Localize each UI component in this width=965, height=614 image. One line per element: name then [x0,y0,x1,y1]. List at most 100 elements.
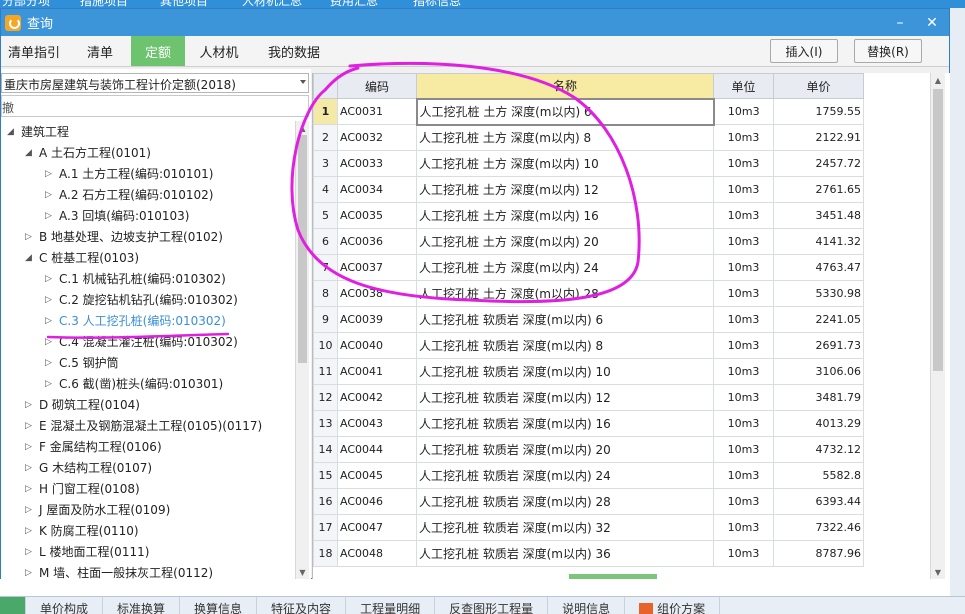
code-cell[interactable]: AC0031 [337,98,417,125]
code-cell[interactable]: AC0038 [337,280,417,307]
price-cell[interactable]: 2761.65 [773,176,864,203]
scroll-down-icon[interactable]: ▼ [931,565,945,579]
tree-item[interactable]: ▷ C.5 钢护筒 [45,352,119,373]
row-number-cell[interactable]: 16 [313,488,338,515]
insert-button[interactable]: 插入(I) [770,39,838,63]
tab-labor-material-machine[interactable]: 人材机 [189,36,249,66]
price-cell[interactable]: 1759.55 [773,98,864,125]
row-number-cell[interactable]: 10 [313,332,338,359]
scroll-up-icon[interactable]: ▲ [296,121,309,135]
tree-item[interactable]: ▷ C.1 机械钻孔桩(编码:010302) [45,268,226,289]
table-row[interactable]: 4 AC0034 人工挖孔桩 土方 深度(m以内) 12 10m3 2761.65 [313,176,864,203]
row-number-cell[interactable]: 15 [313,462,338,489]
table-row[interactable]: 13 AC0043 人工挖孔桩 软质岩 深度(m以内) 16 10m3 4013.29 [313,410,864,437]
collapsed-triangle-icon[interactable]: ▷ [25,526,35,536]
tree-scrollbar[interactable]: ▲ ▼ [295,121,309,579]
tree-item[interactable]: ◢ 建筑工程 [7,121,69,142]
tree-item[interactable]: ▷ A.3 回填(编码:010103) [45,205,189,226]
tree-item[interactable]: ▷ K 防腐工程(0110) [25,520,139,541]
name-cell[interactable]: 人工挖孔桩 土方 深度(m以内) 16 [416,202,714,229]
code-cell[interactable]: AC0040 [337,332,417,359]
bg-bottom-tab[interactable]: 特征及内容 [257,597,347,614]
unit-cell[interactable]: 10m3 [713,332,774,359]
price-cell[interactable]: 3451.48 [773,202,864,229]
unit-cell[interactable]: 10m3 [713,410,774,437]
bg-bottom-tab[interactable]: 说明信息 [548,597,626,614]
unit-cell[interactable]: 10m3 [713,150,774,177]
tree-item[interactable]: ▷ A.1 土方工程(编码:010101) [45,163,213,184]
code-cell[interactable]: AC0043 [337,410,417,437]
collapsed-triangle-icon[interactable]: ▷ [45,295,55,305]
price-cell[interactable]: 2691.73 [773,332,864,359]
unit-cell[interactable]: 10m3 [713,488,774,515]
tree-item[interactable]: ▷ A.2 石方工程(编码:010102) [45,184,213,205]
collapsed-triangle-icon[interactable]: ▷ [25,484,35,494]
unit-cell[interactable]: 10m3 [713,124,774,151]
price-cell[interactable]: 4141.32 [773,228,864,255]
tree-item[interactable]: ▷ G 木结构工程(0107) [25,457,152,478]
header-name[interactable]: 名称 [416,73,714,99]
collapsed-triangle-icon[interactable]: ▷ [25,568,35,578]
price-cell[interactable]: 4013.29 [773,410,864,437]
code-cell[interactable]: AC0037 [337,254,417,281]
code-cell[interactable]: AC0045 [337,462,417,489]
table-row[interactable]: 5 AC0035 人工挖孔桩 土方 深度(m以内) 16 10m3 3451.48 [313,202,864,229]
collapsed-triangle-icon[interactable]: ▷ [45,337,55,347]
unit-cell[interactable]: 10m3 [713,436,774,463]
collapsed-triangle-icon[interactable]: ▷ [25,442,35,452]
collapsed-triangle-icon[interactable]: ▷ [25,400,35,410]
tree-item[interactable]: ▷ D 砌筑工程(0104) [25,394,140,415]
code-cell[interactable]: AC0036 [337,228,417,255]
chevron-down-icon[interactable] [300,80,306,84]
unit-cell[interactable]: 10m3 [713,202,774,229]
bg-bottom-tab[interactable]: 工程量明细 [346,597,436,614]
unit-cell[interactable]: 10m3 [713,176,774,203]
price-cell[interactable]: 2457.72 [773,150,864,177]
bg-bottom-tab[interactable]: 反查图形工程量 [435,597,549,614]
tree-item[interactable]: ◢ C 桩基工程(0103) [25,247,139,268]
row-number-cell[interactable]: 12 [313,384,338,411]
bg-bottom-tab[interactable]: 换算信息 [180,597,258,614]
collapsed-triangle-icon[interactable]: ▷ [25,505,35,515]
header-unit[interactable]: 单位 [713,73,774,99]
tree-item[interactable]: ▷ H 门窗工程(0108) [25,478,140,499]
collapsed-triangle-icon[interactable]: ▷ [45,190,55,200]
scroll-down-icon[interactable]: ▼ [296,565,309,579]
tree-item[interactable]: ◢ A 土石方工程(0101) [25,142,151,163]
table-row[interactable]: 3 AC0033 人工挖孔桩 土方 深度(m以内) 10 10m3 2457.72 [313,150,864,177]
row-number-cell[interactable]: 9 [313,306,338,333]
price-cell[interactable]: 4763.47 [773,254,864,281]
header-price[interactable]: 单价 [773,73,864,99]
code-cell[interactable]: AC0047 [337,514,417,541]
grid-scrollbar[interactable]: ▲ ▼ [930,73,945,579]
collapsed-triangle-icon[interactable]: ▷ [25,232,35,242]
row-number-cell[interactable]: 8 [313,280,338,307]
name-cell[interactable]: 人工挖孔桩 软质岩 深度(m以内) 10 [416,358,714,385]
unit-cell[interactable]: 10m3 [713,384,774,411]
price-cell[interactable]: 2241.05 [773,306,864,333]
table-row[interactable]: 18 AC0048 人工挖孔桩 软质岩 深度(m以内) 36 10m3 8787.96 [313,540,864,567]
unit-cell[interactable]: 10m3 [713,462,774,489]
search-input[interactable]: 撤 [1,95,309,117]
bg-bottom-tab[interactable]: 标准换算 [103,597,181,614]
name-cell[interactable]: 人工挖孔桩 软质岩 深度(m以内) 28 [416,488,714,515]
row-number-cell[interactable]: 2 [313,124,338,151]
price-cell[interactable]: 6393.44 [773,488,864,515]
collapsed-triangle-icon[interactable]: ▷ [45,316,55,326]
price-cell[interactable]: 2122.91 [773,124,864,151]
table-row[interactable]: 11 AC0041 人工挖孔桩 软质岩 深度(m以内) 10 10m3 3106.06 [313,358,864,385]
table-row[interactable]: 16 AC0046 人工挖孔桩 软质岩 深度(m以内) 28 10m3 6393.44 [313,488,864,515]
tree-item[interactable]: ▷ E 混凝土及钢筋混凝土工程(0105)(0117) [25,415,262,436]
code-cell[interactable]: AC0041 [337,358,417,385]
row-number-cell[interactable]: 11 [313,358,338,385]
row-number-cell[interactable]: 18 [313,540,338,567]
table-row[interactable]: 6 AC0036 人工挖孔桩 土方 深度(m以内) 20 10m3 4141.32 [313,228,864,255]
row-number-cell[interactable]: 1 [313,98,338,125]
unit-cell[interactable]: 10m3 [713,540,774,567]
table-row[interactable]: 12 AC0042 人工挖孔桩 软质岩 深度(m以内) 12 10m3 3481.79 [313,384,864,411]
name-cell[interactable]: 人工挖孔桩 软质岩 深度(m以内) 16 [416,410,714,437]
name-cell[interactable]: 人工挖孔桩 土方 深度(m以内) 6 [415,97,715,126]
scroll-up-icon[interactable]: ▲ [931,73,945,87]
collapsed-triangle-icon[interactable]: ▷ [45,169,55,179]
quota-library-select[interactable]: 重庆市房屋建筑与装饰工程计价定额(2018) [1,73,309,93]
